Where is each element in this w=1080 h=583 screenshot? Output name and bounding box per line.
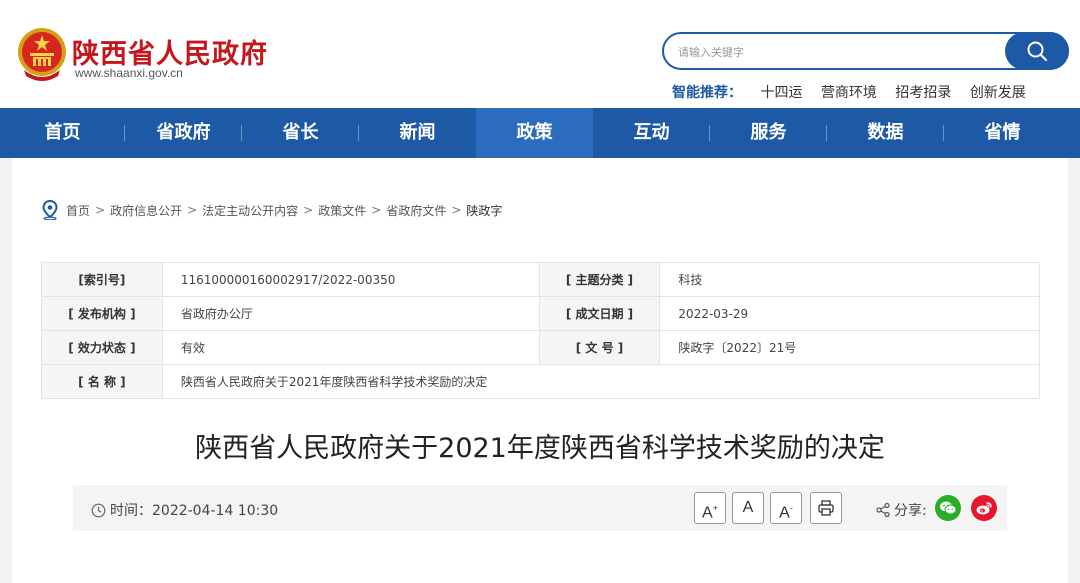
recommend-link-recruitment[interactable]: 招考招录 (895, 85, 951, 101)
nav-item-governor[interactable]: 省长 (242, 108, 359, 158)
share-label: 分享: (894, 503, 927, 519)
font-decrease-letter: A (779, 504, 790, 522)
index-no-value: 116100000160002917/2022-00350 (161, 262, 540, 297)
validity-value: 有效 (161, 330, 540, 365)
font-size-decrease-button[interactable]: A- (770, 492, 802, 524)
nav-item-provincial-gov[interactable]: 省政府 (125, 108, 242, 158)
doc-name-value: 陕西省人民政府关于2021年度陕西省科学技术奖励的决定 (161, 364, 1041, 399)
nav-item-label: 新闻 (399, 122, 436, 143)
breadcrumb-separator: > (371, 203, 382, 217)
index-no-label: [索引号] (41, 262, 163, 297)
topic-value: 科技 (659, 262, 1040, 297)
nav-item-label: 省长 (282, 122, 319, 143)
breadcrumb-home[interactable]: 首页 (66, 202, 90, 219)
nav-item-policy[interactable]: 政策 (476, 108, 593, 158)
site-url: www.shaanxi.gov.cn (75, 66, 183, 80)
clock-icon (91, 503, 106, 517)
search-icon (1027, 41, 1048, 62)
written-date-label: [ 成文日期 ] (538, 296, 661, 331)
share-area: 分享: (875, 500, 927, 520)
validity-label: [ 效力状态 ] (41, 330, 163, 365)
nav-item-label: 省情 (984, 122, 1021, 143)
recommend-link-shiyunyun[interactable]: 十四运 (760, 85, 802, 101)
breadcrumb-public-content[interactable]: 法定主动公开内容 (202, 202, 298, 219)
breadcrumb-separator: > (303, 203, 314, 217)
search-box (662, 32, 1069, 70)
print-button[interactable] (810, 492, 842, 524)
font-size-increase-button[interactable]: A+ (694, 492, 726, 524)
nav-item-label: 首页 (44, 122, 81, 143)
nav-item-label: 政策 (516, 122, 553, 143)
nav-item-label: 省政府 (156, 122, 211, 143)
recommend-link-business-env[interactable]: 营商环境 (821, 85, 877, 101)
breadcrumb-separator: > (451, 203, 462, 217)
site-header: 陕西省人民政府 www.shaanxi.gov.cn 智能推荐： 十四运 营商环… (0, 0, 1080, 108)
nav-item-province-info[interactable]: 省情 (944, 108, 1061, 158)
nav-item-label: 服务 (750, 122, 787, 143)
doc-name-label: [ 名 称 ] (41, 364, 163, 399)
share-weibo-button[interactable] (971, 495, 997, 521)
topic-label: [ 主题分类 ] (538, 262, 661, 297)
publish-time-text: 时间：2022-04-14 10:30 (110, 503, 279, 519)
weibo-icon (976, 502, 992, 515)
share-icon (876, 502, 890, 518)
search-button[interactable] (1005, 32, 1069, 70)
nav-item-services[interactable]: 服务 (710, 108, 827, 158)
font-increase-letter: A (702, 504, 713, 522)
meta-bar: 时间：2022-04-14 10:30 A+ A A- 分享: (73, 485, 1007, 531)
location-icon (42, 200, 58, 220)
nav-item-label: 数据 (867, 122, 904, 143)
breadcrumb-separator: > (187, 203, 198, 217)
recommend-link-innovation[interactable]: 创新发展 (970, 85, 1026, 101)
breadcrumb-current[interactable]: 陕政字 (466, 202, 502, 219)
national-emblem-icon[interactable] (16, 26, 68, 81)
search-input[interactable] (678, 43, 998, 61)
main-nav: 首页 省政府 省长 新闻 政策 互动 服务 数据 省情 (0, 108, 1080, 158)
nav-item-news[interactable]: 新闻 (359, 108, 476, 158)
nav-item-interaction[interactable]: 互动 (593, 108, 710, 158)
breadcrumb-gov-info[interactable]: 政府信息公开 (110, 202, 182, 219)
written-date-value: 2022-03-29 (659, 296, 1040, 331)
font-increase-sign: + (712, 503, 718, 513)
font-normal-letter: A (742, 499, 754, 516)
issuer-value: 省政府办公厅 (161, 296, 540, 331)
table-row: [ 发布机构 ] 省政府办公厅 [ 成文日期 ] 2022-03-29 (41, 296, 1040, 331)
table-row: [ 名 称 ] 陕西省人民政府关于2021年度陕西省科学技术奖励的决定 (41, 364, 1041, 399)
recommend-label: 智能推荐： (672, 85, 742, 101)
nav-item-home[interactable]: 首页 (0, 108, 125, 158)
doc-info-table: [索引号] 116100000160002917/2022-00350 [ 主题… (41, 262, 1041, 399)
print-icon (818, 500, 834, 516)
document-title: 陕西省人民政府关于2021年度陕西省科学技术奖励的决定 (195, 433, 885, 464)
doc-number-value: 陕政字〔2022〕21号 (659, 330, 1040, 365)
smart-recommend: 智能推荐： 十四运 营商环境 招考招录 创新发展 (672, 82, 1040, 102)
content-card: 首页 > 政府信息公开 > 法定主动公开内容 > 政策文件 > 省政府文件 > … (12, 158, 1068, 583)
nav-item-data[interactable]: 数据 (827, 108, 944, 158)
breadcrumb-separator: > (95, 203, 106, 217)
issuer-label: [ 发布机构 ] (41, 296, 163, 331)
table-row: [索引号] 116100000160002917/2022-00350 [ 主题… (41, 262, 1040, 297)
breadcrumb: 首页 > 政府信息公开 > 法定主动公开内容 > 政策文件 > 省政府文件 > … (42, 200, 502, 220)
breadcrumb-policy-docs[interactable]: 政策文件 (318, 202, 366, 219)
share-wechat-button[interactable] (935, 495, 961, 521)
nav-item-label: 互动 (633, 122, 670, 143)
wechat-icon (940, 501, 957, 515)
doc-number-label: [ 文 号 ] (538, 330, 661, 365)
publish-time: 时间：2022-04-14 10:30 (91, 500, 278, 520)
font-size-normal-button[interactable]: A (732, 492, 764, 524)
font-decrease-sign: - (789, 503, 793, 513)
table-row: [ 效力状态 ] 有效 [ 文 号 ] 陕政字〔2022〕21号 (41, 330, 1040, 365)
breadcrumb-gov-docs[interactable]: 省政府文件 (386, 202, 446, 219)
